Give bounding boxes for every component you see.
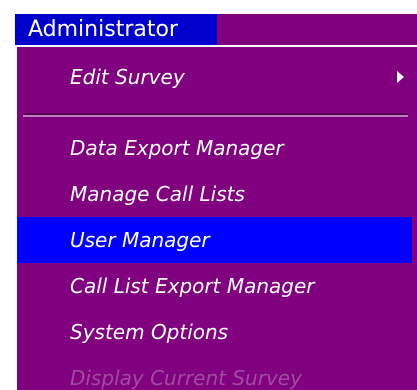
menu-item-label: Manage Call Lists — [70, 182, 245, 206]
menu-item-system-options[interactable]: System Options — [17, 309, 412, 355]
administrator-dropdown-menu: Edit Survey Data Export Manager Manage C… — [15, 45, 417, 390]
menubar-background — [217, 14, 417, 45]
menu-item-edit-survey[interactable]: Edit Survey — [17, 54, 412, 100]
menu-item-label: Data Export Manager — [70, 136, 284, 160]
menu-item-label: Call List Export Manager — [70, 274, 315, 298]
menu-item-display-current-survey: Display Current Survey — [17, 355, 412, 390]
menu-separator — [23, 113, 408, 117]
screen: Administrator Edit Survey Data Export Ma… — [0, 0, 417, 390]
menu-item-manage-call-lists[interactable]: Manage Call Lists — [17, 171, 412, 217]
menu-item-user-manager[interactable]: User Manager — [17, 217, 412, 263]
menu-item-label: Edit Survey — [70, 65, 185, 89]
menu-item-label: Display Current Survey — [70, 366, 302, 390]
menu-item-label: System Options — [70, 320, 229, 344]
chevron-right-icon — [397, 71, 404, 83]
menu-administrator[interactable]: Administrator — [15, 14, 217, 45]
menu-item-call-list-export-manager[interactable]: Call List Export Manager — [17, 263, 412, 309]
menu-item-data-export-manager[interactable]: Data Export Manager — [17, 125, 412, 171]
menu-item-label: User Manager — [70, 228, 210, 252]
